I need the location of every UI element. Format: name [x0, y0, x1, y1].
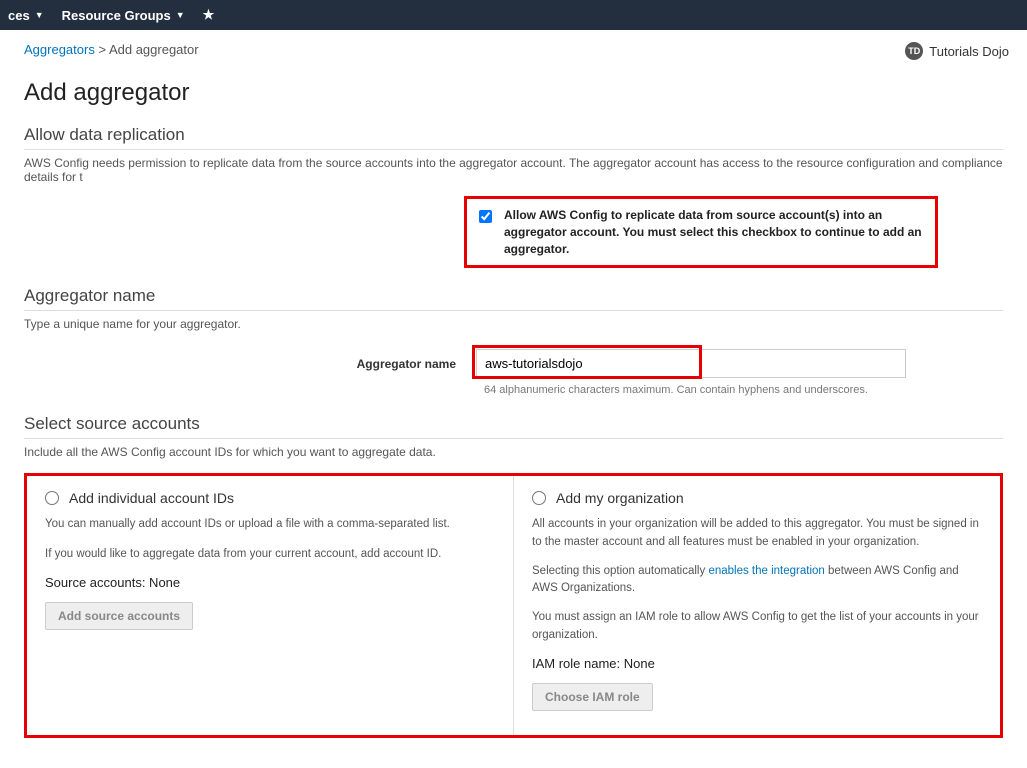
organization-desc-3: You must assign an IAM role to allow AWS…	[532, 609, 982, 644]
radio-row-individual[interactable]: Add individual account IDs	[45, 490, 495, 506]
aggregator-name-row: Aggregator name	[24, 349, 1003, 378]
enables-integration-link[interactable]: enables the integration	[708, 565, 824, 577]
top-nav: ces ▼ Resource Groups ▼ ★	[0, 0, 1027, 30]
replication-highlight-box: Allow AWS Config to replicate data from …	[464, 196, 938, 268]
source-option-organization: Add my organization All accounts in your…	[514, 476, 1000, 735]
section-desc-replication: AWS Config needs permission to replicate…	[24, 156, 1003, 184]
replication-checkbox-label: Allow AWS Config to replicate data from …	[504, 207, 923, 257]
org-desc-2a: Selecting this option automatically	[532, 565, 708, 577]
source-accounts-highlight-box: Add individual account IDs You can manua…	[24, 473, 1003, 738]
source-accounts-value: Source accounts: None	[45, 575, 495, 590]
radio-individual[interactable]	[45, 491, 59, 505]
breadcrumb: Aggregators > Add aggregator	[24, 42, 1003, 57]
individual-desc-2: If you would like to aggregate data from…	[45, 546, 495, 563]
radio-label-organization: Add my organization	[556, 490, 684, 506]
section-desc-aggregator-name: Type a unique name for your aggregator.	[24, 317, 1003, 331]
source-option-individual: Add individual account IDs You can manua…	[27, 476, 514, 735]
nav-item-services[interactable]: ces ▼	[8, 8, 44, 23]
brand-logo: TD Tutorials Dojo	[905, 42, 1009, 60]
brand-label: Tutorials Dojo	[929, 44, 1009, 59]
section-title-replication: Allow data replication	[24, 125, 1003, 150]
breadcrumb-separator: >	[98, 42, 106, 57]
pin-icon: ★	[203, 7, 215, 23]
brand-badge-icon: TD	[905, 42, 923, 60]
organization-desc-2: Selecting this option automatically enab…	[532, 563, 982, 598]
section-desc-source: Include all the AWS Config account IDs f…	[24, 445, 1003, 459]
nav-pin[interactable]: ★	[203, 7, 215, 23]
radio-organization[interactable]	[532, 491, 546, 505]
section-title-source: Select source accounts	[24, 414, 1003, 439]
breadcrumb-current: Add aggregator	[109, 42, 199, 57]
aggregator-name-input-wrap	[476, 349, 906, 378]
individual-desc-1: You can manually add account IDs or uplo…	[45, 516, 495, 533]
radio-row-organization[interactable]: Add my organization	[532, 490, 982, 506]
page-title: Add aggregator	[24, 79, 1003, 107]
breadcrumb-link-aggregators[interactable]: Aggregators	[24, 42, 95, 57]
choose-iam-role-button[interactable]: Choose IAM role	[532, 683, 653, 711]
aggregator-name-label: Aggregator name	[24, 357, 464, 371]
aggregator-name-input[interactable]	[476, 349, 906, 378]
chevron-down-icon: ▼	[35, 10, 44, 20]
add-source-accounts-button[interactable]: Add source accounts	[45, 602, 193, 630]
iam-role-value: IAM role name: None	[532, 656, 982, 671]
aggregator-name-help: 64 alphanumeric characters maximum. Can …	[484, 384, 1003, 396]
page-body: TD Tutorials Dojo Aggregators > Add aggr…	[0, 30, 1027, 768]
section-title-aggregator-name: Aggregator name	[24, 286, 1003, 311]
replication-checkbox[interactable]	[479, 210, 492, 223]
radio-label-individual: Add individual account IDs	[69, 490, 234, 506]
nav-label: ces	[8, 8, 30, 23]
nav-label: Resource Groups	[62, 8, 171, 23]
chevron-down-icon: ▼	[176, 10, 185, 20]
organization-desc-1: All accounts in your organization will b…	[532, 516, 982, 551]
nav-item-resource-groups[interactable]: Resource Groups ▼	[62, 8, 185, 23]
